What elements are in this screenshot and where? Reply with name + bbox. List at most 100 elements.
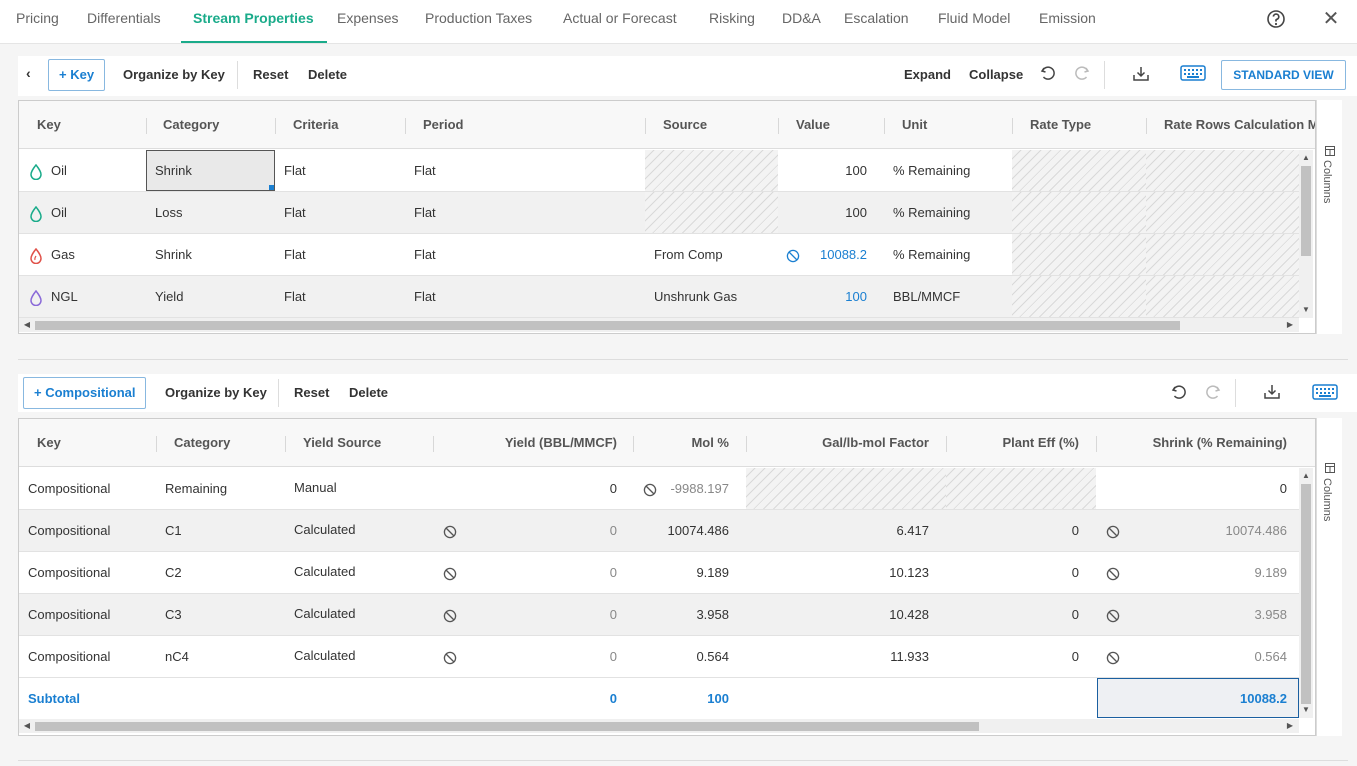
yield-cell[interactable]: 0: [459, 594, 617, 635]
plant-eff-cell[interactable]: 0: [952, 552, 1079, 593]
category-cell[interactable]: C3: [165, 594, 182, 635]
period-cell[interactable]: Flat: [414, 150, 436, 191]
tab-stream-properties[interactable]: Stream Properties: [181, 0, 327, 43]
scroll-right-arrow[interactable]: ▶: [1284, 319, 1296, 331]
redo-icon[interactable]: [1073, 64, 1095, 86]
key-cell[interactable]: Oil: [29, 150, 67, 191]
key-cell[interactable]: NGL: [29, 276, 78, 317]
unit-cell[interactable]: % Remaining: [893, 192, 970, 233]
table-row[interactable]: Compositional Remaining Manual 0 -9988.1…: [19, 468, 1299, 510]
key-cell[interactable]: Gas: [29, 234, 75, 275]
yield-cell[interactable]: 0: [459, 510, 617, 551]
header-yield-source[interactable]: Yield Source: [303, 419, 381, 467]
unit-cell[interactable]: % Remaining: [893, 234, 970, 275]
yield-source-cell[interactable]: Calculated: [294, 551, 355, 592]
header-yield[interactable]: Yield (BBL/MMCF): [439, 419, 617, 467]
scroll-thumb[interactable]: [1301, 166, 1311, 256]
key-cell[interactable]: Compositional: [28, 468, 110, 509]
mol-percent-cell[interactable]: -9988.197: [659, 468, 729, 509]
reset-button[interactable]: Reset: [294, 376, 329, 410]
columns-side-panel[interactable]: Columns: [1316, 100, 1342, 334]
criteria-cell[interactable]: Flat: [284, 192, 306, 233]
scroll-up-arrow[interactable]: ▲: [1300, 470, 1312, 482]
vertical-scrollbar[interactable]: ▲ ▼: [1299, 468, 1313, 718]
value-cell[interactable]: 100: [778, 150, 867, 191]
tab-risking[interactable]: Risking: [709, 0, 755, 43]
header-gal-lb-mol-factor[interactable]: Gal/lb-mol Factor: [752, 419, 929, 467]
header-plant-eff[interactable]: Plant Eff (%): [952, 419, 1079, 467]
tab-emission[interactable]: Emission: [1039, 0, 1096, 43]
key-cell[interactable]: Compositional: [28, 510, 110, 551]
mol-percent-cell[interactable]: 0.564: [639, 636, 729, 677]
standard-view-button[interactable]: STANDARD VIEW: [1221, 60, 1346, 90]
category-cell[interactable]: C1: [165, 510, 182, 551]
gal-factor-cell[interactable]: 11.933: [752, 636, 929, 677]
category-cell[interactable]: Yield: [155, 276, 183, 317]
yield-cell[interactable]: 0: [459, 552, 617, 593]
header-rate-rows-calculation[interactable]: Rate Rows Calculation M: [1164, 101, 1315, 149]
export-icon[interactable]: [1131, 64, 1153, 86]
shrink-cell[interactable]: 10074.486: [1129, 510, 1287, 551]
table-row[interactable]: Oil Shrink Flat Flat 100 % Remaining: [19, 150, 1299, 192]
scroll-down-arrow[interactable]: ▼: [1300, 304, 1312, 316]
yield-cell[interactable]: 0: [459, 636, 617, 677]
header-unit[interactable]: Unit: [902, 101, 927, 149]
header-mol-percent[interactable]: Mol %: [639, 419, 729, 467]
category-cell[interactable]: C2: [165, 552, 182, 593]
scroll-down-arrow[interactable]: ▼: [1300, 704, 1312, 716]
delete-button[interactable]: Delete: [308, 58, 347, 92]
category-cell[interactable]: Loss: [155, 192, 182, 233]
criteria-cell[interactable]: Flat: [284, 150, 306, 191]
mol-percent-cell[interactable]: 3.958: [639, 594, 729, 635]
tab-escalation[interactable]: Escalation: [844, 0, 909, 43]
header-source[interactable]: Source: [663, 101, 707, 149]
scroll-up-arrow[interactable]: ▲: [1300, 152, 1312, 164]
category-cell[interactable]: nC4: [165, 636, 189, 677]
shrink-cell[interactable]: 3.958: [1129, 594, 1287, 635]
expand-button[interactable]: Expand: [904, 58, 951, 92]
add-key-button[interactable]: + Key: [48, 59, 106, 91]
header-rate-type[interactable]: Rate Type: [1030, 101, 1091, 149]
table-row[interactable]: Oil Loss Flat Flat 100 % Remaining: [19, 192, 1299, 234]
columns-side-panel[interactable]: Columns: [1316, 418, 1342, 736]
shrink-cell[interactable]: 0: [1102, 468, 1287, 509]
key-cell[interactable]: Oil: [29, 192, 67, 233]
tab-production-taxes[interactable]: Production Taxes: [425, 0, 532, 43]
gal-factor-cell[interactable]: 10.428: [752, 594, 929, 635]
scroll-thumb[interactable]: [35, 722, 979, 731]
table-row[interactable]: Compositional C3 Calculated 0 3.958 10.4…: [19, 594, 1299, 636]
header-category[interactable]: Category: [163, 101, 219, 149]
header-value[interactable]: Value: [796, 101, 830, 149]
header-key[interactable]: Key: [37, 419, 61, 467]
tab-dda[interactable]: DD&A: [782, 0, 821, 43]
shrink-cell[interactable]: 9.189: [1129, 552, 1287, 593]
key-cell[interactable]: Compositional: [28, 552, 110, 593]
header-shrink[interactable]: Shrink (% Remaining): [1102, 419, 1287, 467]
keyboard-icon[interactable]: [1180, 64, 1206, 86]
mol-percent-cell[interactable]: 9.189: [639, 552, 729, 593]
tab-differentials[interactable]: Differentials: [87, 0, 161, 43]
gal-factor-cell[interactable]: 6.417: [752, 510, 929, 551]
shrink-cell[interactable]: 0.564: [1129, 636, 1287, 677]
scroll-right-arrow[interactable]: ▶: [1284, 720, 1296, 732]
period-cell[interactable]: Flat: [414, 192, 436, 233]
tab-fluid-model[interactable]: Fluid Model: [938, 0, 1010, 43]
back-chevron-icon[interactable]: ‹: [26, 56, 31, 90]
yield-source-cell[interactable]: Manual: [294, 467, 337, 508]
redo-icon[interactable]: [1204, 383, 1226, 405]
key-cell[interactable]: Compositional: [28, 636, 110, 677]
fill-handle[interactable]: [269, 185, 274, 190]
yield-source-cell[interactable]: Calculated: [294, 509, 355, 550]
mol-percent-cell[interactable]: 10074.486: [639, 510, 729, 551]
table-row[interactable]: Compositional C1 Calculated 0 10074.486 …: [19, 510, 1299, 552]
horizontal-scrollbar[interactable]: ◀ ▶: [19, 318, 1299, 332]
table-row[interactable]: NGL Yield Flat Flat Unshrunk Gas 100 BBL…: [19, 276, 1299, 318]
period-cell[interactable]: Flat: [414, 234, 436, 275]
category-cell[interactable]: Shrink: [155, 150, 192, 191]
horizontal-scrollbar[interactable]: ◀ ▶: [19, 719, 1299, 733]
organize-by-key-button[interactable]: Organize by Key: [165, 376, 267, 410]
organize-by-key-button[interactable]: Organize by Key: [123, 58, 225, 92]
table-row[interactable]: Gas Shrink Flat Flat From Comp 10088.2 %…: [19, 234, 1299, 276]
key-cell[interactable]: Compositional: [28, 594, 110, 635]
tab-actual-or-forecast[interactable]: Actual or Forecast: [563, 0, 677, 43]
